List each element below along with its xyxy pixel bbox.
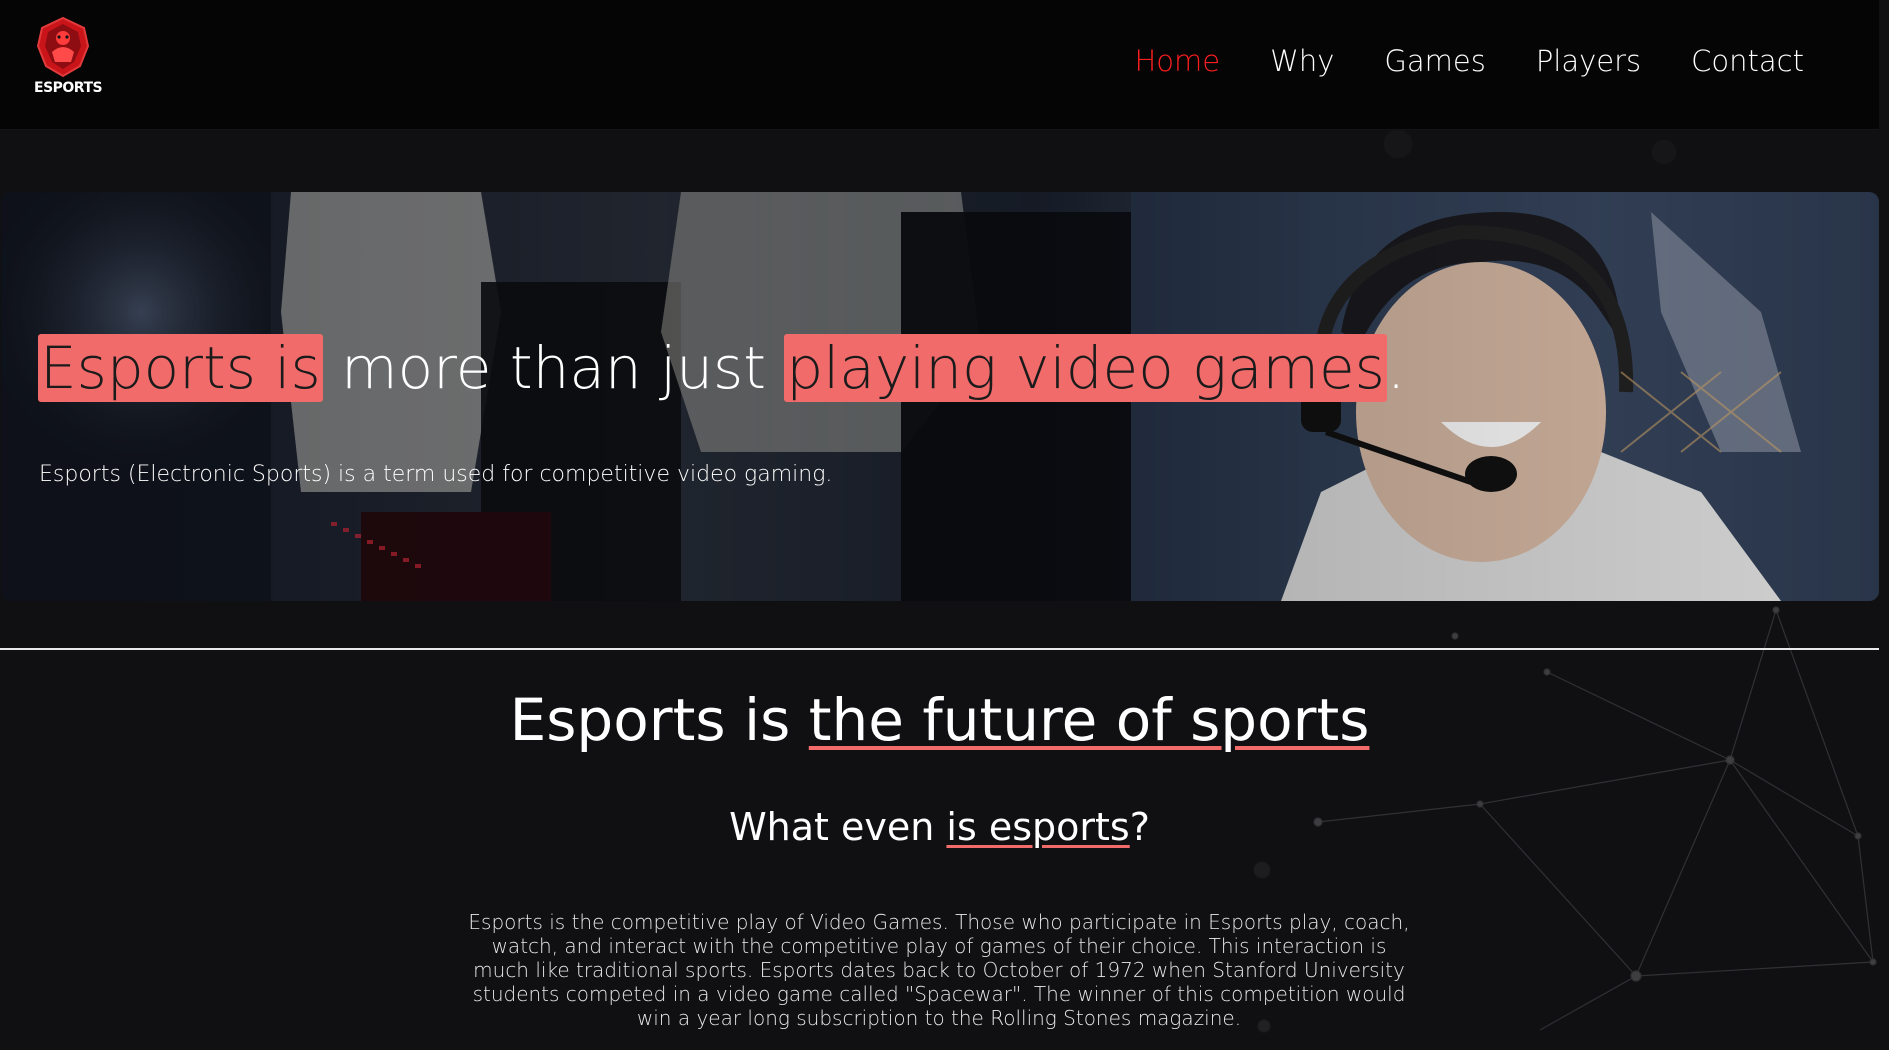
section-divider [0,648,1879,650]
hero-title-middle: more than just [322,334,785,402]
hero-title-period: . [1386,334,1406,402]
intro-paragraph: Esports is the competitive play of Video… [468,910,1410,1030]
section-title: Esports is the future of sports [0,686,1879,754]
nav-players[interactable]: Players [1536,44,1641,78]
section-title-plain: Esports is [509,686,809,754]
section-subheading: What even is esports? [0,805,1879,849]
nav-games[interactable]: Games [1384,44,1485,78]
section-title-underlined: the future of sports [808,686,1370,754]
nav-why[interactable]: Why [1270,44,1334,78]
hero-title-highlight-1: Esports is [38,334,323,402]
subheading-end: ? [1129,805,1150,849]
hero-title-highlight-2: playing video games [784,334,1387,402]
logo-wordmark: ESPORTS [34,80,103,96]
hero-subtitle: Esports (Electronic Sports) is a term us… [39,462,833,487]
nav-contact[interactable]: Contact [1691,44,1804,78]
hero-title: Esports is more than just playing video … [38,332,1405,404]
shield-logo-icon [36,16,90,78]
top-navbar: ESPORTS Home Why Games Players Contact [0,0,1879,130]
brand-logo[interactable]: ESPORTS [34,16,103,100]
subheading-plain: What even [729,805,947,849]
subheading-underlined: is esports [946,805,1130,849]
nav-home[interactable]: Home [1135,44,1221,78]
main-nav: Home Why Games Players Contact [1085,44,1805,78]
